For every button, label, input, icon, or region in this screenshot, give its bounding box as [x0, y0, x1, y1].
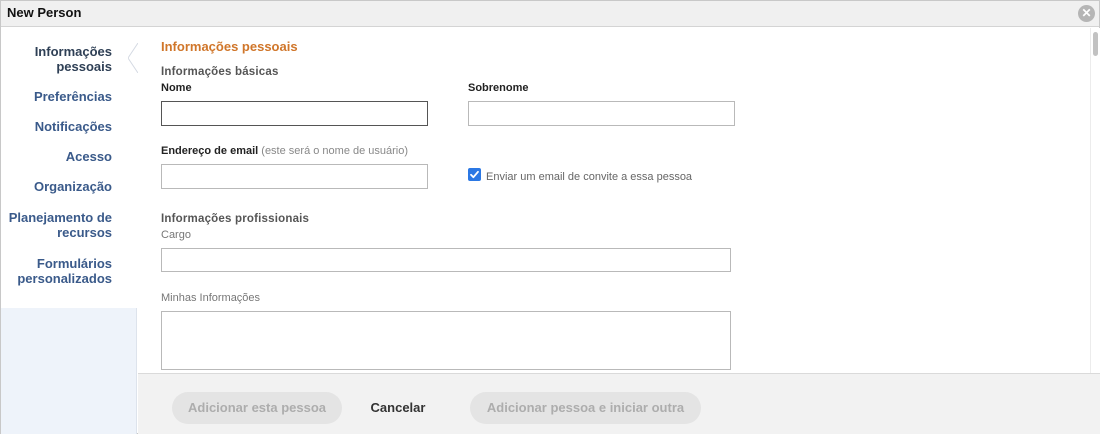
sidebar-item-label: personalizados	[17, 271, 112, 286]
scrollbar-thumb[interactable]	[1093, 32, 1098, 56]
add-and-start-another-button[interactable]: Adicionar pessoa e iniciar outra	[470, 392, 701, 424]
checkmark-icon	[470, 170, 479, 179]
sidebar-item-informacoes-pessoais[interactable]: Informações pessoais	[35, 44, 112, 74]
sidebar-item-label: Acesso	[65, 149, 112, 164]
sidebar-item-preferencias[interactable]: Preferências	[34, 89, 112, 104]
sidebar-item-label: Formulários	[36, 256, 112, 271]
sidebar-item-acesso[interactable]: Acesso	[66, 149, 112, 164]
sidebar-item-organizacao[interactable]: Organização	[34, 179, 112, 194]
email-label: Endereço de email (este será o nome de u…	[161, 145, 408, 157]
about-textarea[interactable]	[161, 311, 731, 370]
sidebar-item-label: Organização	[33, 179, 112, 194]
first-name-label: Nome	[161, 82, 192, 94]
content-scrollbar[interactable]	[1090, 28, 1100, 373]
email-input[interactable]	[161, 164, 428, 189]
group-title-professional: Informações profissionais	[161, 213, 310, 225]
close-icon[interactable]: ✕	[1078, 5, 1095, 22]
invite-checkbox[interactable]	[468, 168, 481, 181]
email-label-text: Endereço de email	[161, 145, 259, 157]
cancel-button[interactable]: Cancelar	[360, 392, 436, 424]
last-name-label: Sobrenome	[468, 82, 529, 94]
new-person-dialog: New Person ✕ Informações pessoais Prefer…	[0, 0, 1100, 434]
dialog-titlebar: New Person ✕	[1, 1, 1099, 27]
sidebar-item-label: pessoais	[56, 59, 112, 74]
email-hint: (este será o nome de usuário)	[261, 145, 409, 157]
sidebar-item-formularios-personalizados[interactable]: Formulários personalizados	[17, 256, 112, 286]
sidebar-item-label: Planejamento de	[8, 210, 112, 225]
last-name-input[interactable]	[468, 101, 735, 126]
sidebar-item-label: Informações	[34, 44, 112, 59]
sidebar-item-label: Notificações	[34, 119, 112, 134]
about-label: Minhas Informações	[161, 292, 261, 304]
dialog-title: New Person	[7, 5, 82, 20]
dialog-footer: Adicionar esta pessoa Cancelar Adicionar…	[138, 373, 1100, 434]
sidebar-item-notificacoes[interactable]: Notificações	[35, 119, 112, 134]
invite-checkbox-label: Enviar um email de convite a essa pessoa	[486, 171, 693, 183]
sidebar-item-label: recursos	[57, 225, 112, 240]
job-title-input[interactable]	[161, 248, 731, 272]
add-person-button[interactable]: Adicionar esta pessoa	[172, 392, 342, 424]
sidebar-item-label: Preferências	[33, 89, 112, 104]
group-title-basic: Informações básicas	[161, 66, 279, 78]
section-title: Informações pessoais	[161, 39, 298, 54]
first-name-input[interactable]	[161, 101, 428, 126]
sidebar-nav: Informações pessoais Preferências Notifi…	[1, 28, 138, 434]
form-content: Informações pessoais Informações básicas…	[138, 28, 1090, 373]
job-title-label: Cargo	[161, 229, 191, 241]
sidebar-item-planejamento-de-recursos[interactable]: Planejamento de recursos	[9, 210, 112, 240]
